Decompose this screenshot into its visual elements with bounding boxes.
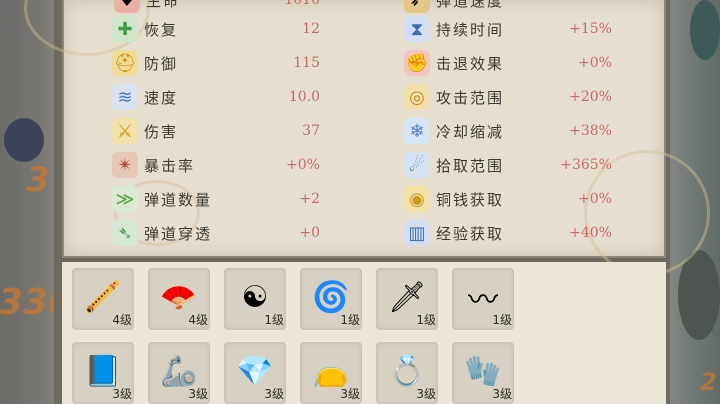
stat-row-hp: ♥ 生命 [114, 0, 180, 14]
stat-label: 冷却缩减 [436, 122, 505, 141]
item-level: 3级 [340, 387, 360, 401]
defense-helmet-icon: ⛑ [112, 50, 138, 76]
item-level: 3级 [492, 387, 512, 401]
stat-label: 弹道速度 [436, 0, 505, 10]
stat-row: ⛑ 防御 [112, 49, 178, 77]
stat-row: ✴ 暴击率 [112, 151, 195, 179]
weapon-slot[interactable]: 🗡 1级 [376, 268, 438, 330]
weapon-slot[interactable]: 🪈 4级 [72, 268, 134, 330]
stat-row: ◎ 攻击范围 [404, 83, 504, 111]
passive-slot[interactable]: 🦾 3级 [148, 342, 210, 404]
inventory-panel: 🪈 4级 🪭 4级 ☯ 1级 🌀 1级 🗡 1级〰 1级 📘 3级 🦾 3级 💎 3级 👝 3级 💍 3级 🧤 3级 [62, 262, 666, 404]
item-level: 3级 [264, 387, 284, 401]
stat-label: 恢复 [144, 20, 179, 39]
weapon-slot[interactable]: 🌀 1级 [300, 268, 362, 330]
game-background-left [0, 0, 62, 404]
coin-icon: ◉ [404, 186, 430, 212]
stat-row: ❄ 冷却缩减 [404, 117, 504, 145]
item-level: 1级 [492, 313, 512, 327]
stat-value: +15% [569, 21, 612, 37]
hp-icon: ♥ [114, 0, 140, 13]
stat-row: ⚔ 伤害 [112, 117, 178, 145]
stat-label: 弹道数量 [144, 190, 213, 209]
stat-value: +0% [578, 191, 612, 207]
pickup-magnet-icon: ☄ [404, 152, 430, 178]
item-level: 3级 [416, 387, 436, 401]
passive-slot[interactable]: 📘 3级 [72, 342, 134, 404]
stat-value: +20% [569, 89, 612, 105]
stat-value: +38% [569, 123, 612, 139]
passive-slot[interactable]: 💎 3级 [224, 342, 286, 404]
item-level: 4级 [112, 313, 132, 327]
stat-row: ✊ 击退效果 [404, 49, 504, 77]
stat-value: +0% [578, 55, 612, 71]
stat-label: 速度 [144, 88, 179, 107]
stat-row: ◉ 铜钱获取 [404, 185, 504, 213]
weapon-slot[interactable]: 〰 1级 [452, 268, 514, 330]
stat-label: 伤害 [144, 122, 179, 141]
passive-slot[interactable]: 👝 3级 [300, 342, 362, 404]
stat-row: ▥ 经验获取 [404, 219, 504, 247]
stat-row: ≋ 速度 [112, 83, 178, 111]
stat-value: 37 [302, 123, 320, 139]
stat-label: 持续时间 [436, 20, 505, 39]
stat-row: ≫ 弹道数量 [112, 185, 212, 213]
passive-slot[interactable]: 🧤 3级 [452, 342, 514, 404]
stat-label: 铜钱获取 [436, 190, 505, 209]
speed-wing-icon: ≋ [112, 84, 138, 110]
damage-number: 3 [26, 160, 50, 200]
crit-shuriken-icon: ✴ [112, 152, 138, 178]
stat-row-projectile-speed: ➶ 弹道速度 [404, 0, 504, 14]
stat-value: +365% [560, 157, 612, 173]
recovery-cross-icon: ✚ [112, 16, 138, 42]
weapon-slot[interactable]: 🪭 4级 [148, 268, 210, 330]
stat-row: ➴ 弹道穿透 [112, 219, 212, 247]
stat-value: 12 [302, 21, 320, 37]
stat-value: 115 [293, 55, 320, 71]
stat-label: 弹道穿透 [144, 224, 213, 243]
enemy-silhouette [690, 0, 720, 60]
item-level: 3级 [188, 387, 208, 401]
hourglass-icon: ⧗ [404, 16, 430, 42]
stat-label: 攻击范围 [436, 88, 505, 107]
stat-row: ⧗ 持续时间 [404, 15, 504, 43]
item-level: 1级 [340, 313, 360, 327]
stat-value: +0% [286, 157, 320, 173]
enemy-silhouette [4, 118, 44, 162]
stat-value: 10.0 [288, 89, 320, 105]
stat-row: ☄ 拾取范围 [404, 151, 504, 179]
stat-value: +2 [299, 191, 320, 207]
projectile-speed-icon: ➶ [404, 0, 430, 13]
weapon-slot[interactable]: ☯ 1级 [224, 268, 286, 330]
stat-label: 击退效果 [436, 54, 505, 73]
stat-label: 生命 [146, 0, 181, 10]
knockback-fist-icon: ✊ [404, 50, 430, 76]
item-level: 1级 [416, 313, 436, 327]
item-level: 4级 [188, 313, 208, 327]
stat-row: ✚ 恢复 [112, 15, 178, 43]
stat-label: 防御 [144, 54, 179, 73]
pierce-icon: ➴ [112, 220, 138, 246]
scroll-book-icon: ▥ [404, 220, 430, 246]
stat-value: +40% [569, 225, 612, 241]
stat-label: 暴击率 [144, 156, 196, 175]
range-target-icon: ◎ [404, 84, 430, 110]
stats-board: ♥ 生命 1010 ➶ 弹道速度 ✚ 恢复 12 ⛑ 防御 115 ≋ 速度 10.0 ⚔ 伤害 37… [24, 0, 710, 276]
damage-sword-icon: ⚔ [112, 118, 138, 144]
item-level: 1级 [264, 313, 284, 327]
passive-slot[interactable]: 💍 3级 [376, 342, 438, 404]
item-level: 3级 [112, 387, 132, 401]
stat-value: +0 [299, 225, 320, 241]
stat-label: 经验获取 [436, 224, 505, 243]
projectile-count-icon: ≫ [112, 186, 138, 212]
cooldown-snowflake-icon: ❄ [404, 118, 430, 144]
stat-label: 拾取范围 [436, 156, 505, 175]
stat-value: 1010 [284, 0, 320, 8]
damage-number: 2 [700, 368, 717, 396]
